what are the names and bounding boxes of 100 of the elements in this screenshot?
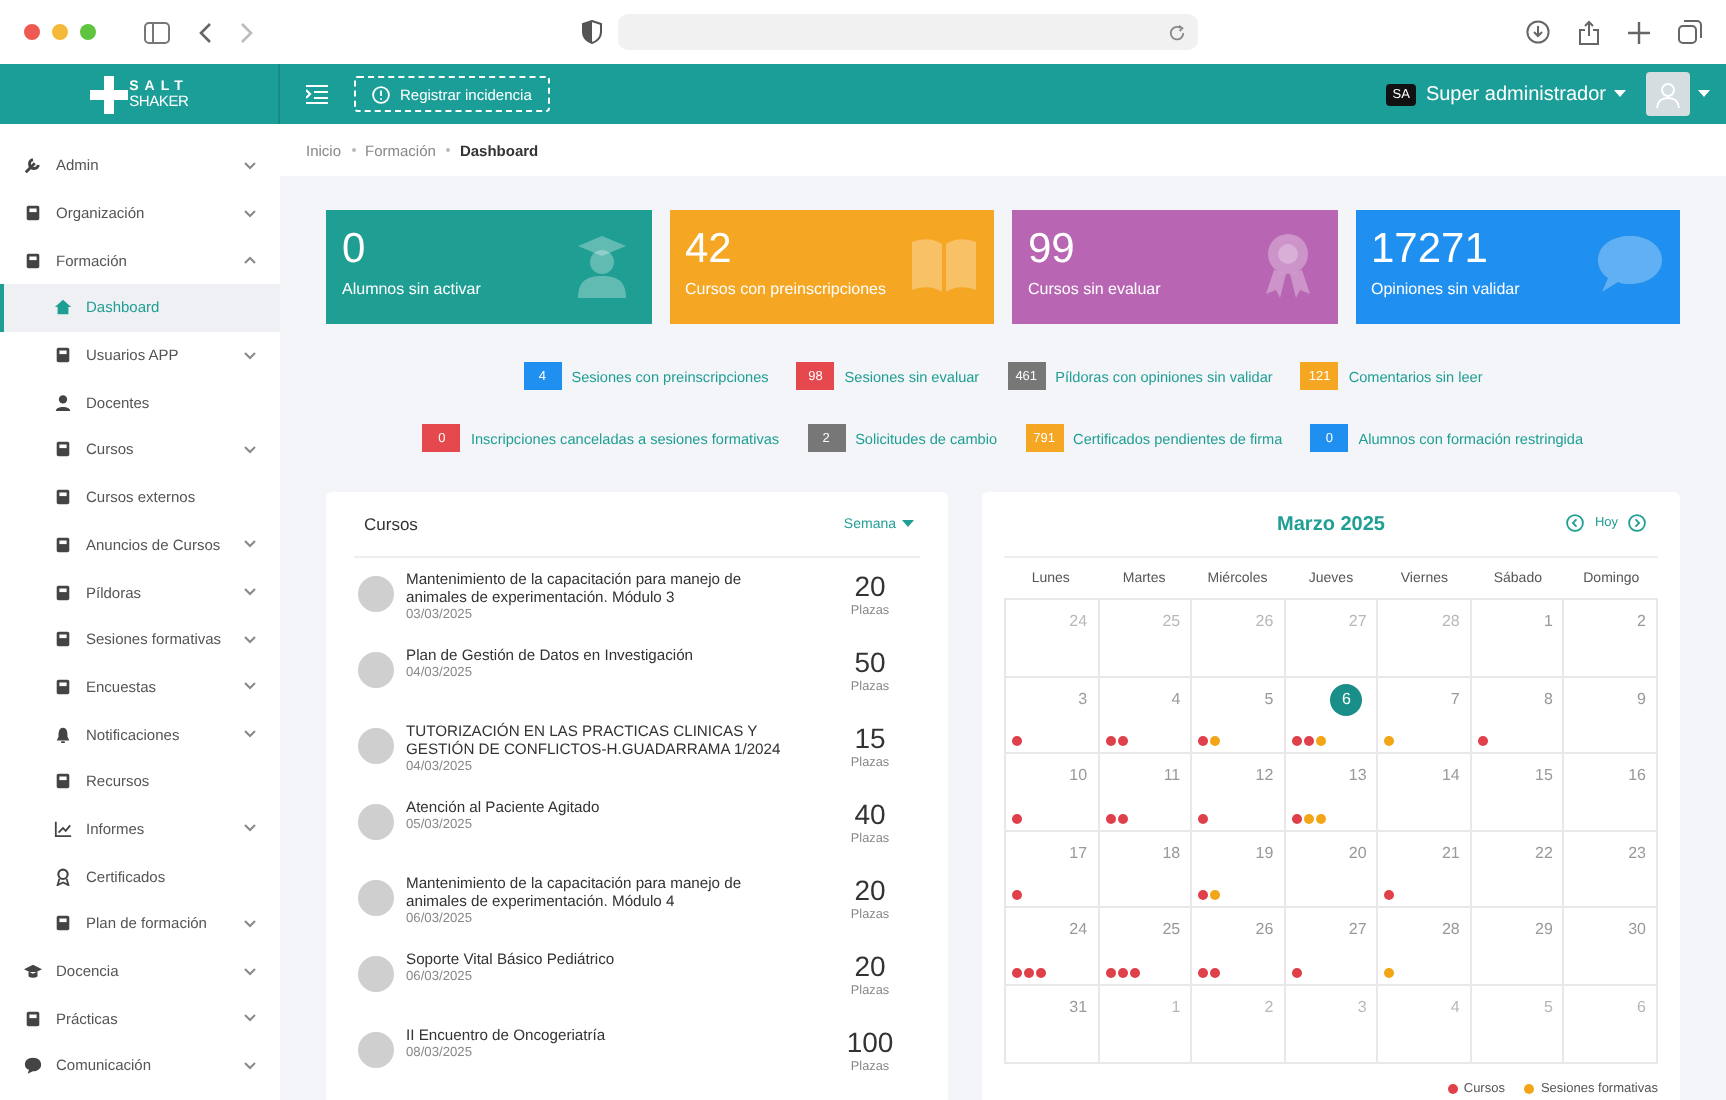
event-dot[interactable]: [1012, 967, 1022, 978]
event-dot[interactable]: [1210, 890, 1221, 901]
calendar-day-cell[interactable]: 2: [1192, 985, 1286, 1064]
calendar-day-cell[interactable]: 20: [1285, 831, 1379, 909]
calendar-day-cell[interactable]: 27: [1285, 600, 1379, 678]
calendar-day-cell[interactable]: 8: [1471, 677, 1565, 755]
event-dot[interactable]: [1384, 967, 1395, 978]
event-dot[interactable]: [1024, 967, 1034, 978]
calendar-day-cell[interactable]: 4: [1378, 985, 1472, 1064]
event-dot[interactable]: [1117, 736, 1128, 747]
calendar-day-cell[interactable]: 3: [1006, 677, 1100, 755]
event-dot[interactable]: [1105, 736, 1116, 747]
calendar-day-cell[interactable]: 16: [1564, 754, 1658, 832]
event-dot[interactable]: [1012, 890, 1022, 901]
event-dot[interactable]: [1291, 967, 1302, 978]
day-number: 15: [1535, 766, 1553, 785]
event-dot[interactable]: [1105, 967, 1116, 978]
calendar-day-cell[interactable]: 9: [1564, 677, 1658, 755]
calendar-day-cell[interactable]: 31: [1006, 985, 1100, 1064]
graduation-cap-icon: [24, 962, 42, 981]
event-dot[interactable]: [1198, 890, 1209, 901]
course-thumbnail: [358, 728, 394, 764]
calendar-day-cell[interactable]: 24: [1006, 600, 1100, 678]
event-dot[interactable]: [1384, 736, 1395, 747]
event-dot[interactable]: [1105, 813, 1116, 824]
calendar-day-cell[interactable]: 14: [1378, 754, 1472, 832]
download-icon[interactable]: [1526, 20, 1550, 44]
calendar-day-cell[interactable]: 13: [1285, 754, 1379, 832]
event-dot[interactable]: [1129, 967, 1140, 978]
calendar-day-cell[interactable]: 23: [1564, 831, 1658, 909]
calendar-day-cell[interactable]: 25: [1099, 908, 1193, 986]
calendar-day-cell[interactable]: 7: [1378, 677, 1472, 755]
calendar-day-cell[interactable]: 3: [1285, 985, 1379, 1064]
caret-icon[interactable]: [1698, 90, 1710, 98]
plus-icon[interactable]: [1628, 21, 1650, 43]
event-dot[interactable]: [1210, 736, 1221, 747]
calendar-day-cell[interactable]: 21: [1378, 831, 1472, 909]
event-dot[interactable]: [1303, 813, 1314, 824]
calendar-day-cell[interactable]: 25: [1099, 600, 1193, 678]
stat-card[interactable]: 17271 Opiniones sin validar: [1355, 210, 1680, 324]
tabs-icon[interactable]: [1678, 20, 1702, 44]
calendar-day-cell[interactable]: 29: [1471, 908, 1565, 986]
calendar-day-cell[interactable]: 19: [1192, 831, 1286, 909]
day-number: 8: [1543, 689, 1553, 708]
calendar-day-cell[interactable]: 15: [1471, 754, 1565, 832]
calendar-day-cell[interactable]: 30: [1564, 908, 1658, 986]
calendar-day-cell[interactable]: 1: [1099, 985, 1193, 1064]
event-dot[interactable]: [1012, 736, 1022, 747]
separator-dot: [351, 148, 356, 152]
event-dot[interactable]: [1315, 813, 1326, 824]
calendar-day-cell[interactable]: 28: [1378, 600, 1472, 678]
calendar-day-cell[interactable]: 6: [1564, 985, 1658, 1064]
calendar-day-cell[interactable]: 22: [1471, 831, 1565, 909]
stat-card[interactable]: 99 Cursos sin evaluar: [1012, 210, 1337, 324]
calendar-day-cell[interactable]: 12: [1192, 754, 1286, 832]
event-dot[interactable]: [1012, 813, 1022, 824]
calendar-day-cell[interactable]: 28: [1378, 908, 1472, 986]
calendar-day-cell[interactable]: 27: [1285, 908, 1379, 986]
event-dot[interactable]: [1117, 813, 1128, 824]
user-menu-button[interactable]: Super administrador: [1425, 83, 1626, 105]
event-dot[interactable]: [1117, 967, 1128, 978]
day-number: 16: [1628, 766, 1646, 785]
event-dot[interactable]: [1198, 813, 1209, 824]
event-dot[interactable]: [1291, 736, 1302, 747]
stat-card[interactable]: 0 Alumnos sin activar: [326, 210, 651, 324]
event-dot[interactable]: [1303, 736, 1314, 747]
calendar-day-cell[interactable]: 5: [1192, 677, 1286, 755]
stat-card[interactable]: 42 Cursos con preinscripciones: [669, 210, 994, 324]
event-dot[interactable]: [1198, 736, 1209, 747]
calendar-day-cell[interactable]: 26: [1192, 600, 1286, 678]
calendar-day-cell[interactable]: 26: [1192, 908, 1286, 986]
event-dot[interactable]: [1198, 967, 1209, 978]
event-dot[interactable]: [1210, 967, 1221, 978]
event-dot[interactable]: [1291, 813, 1302, 824]
event-dot[interactable]: [1477, 736, 1488, 747]
share-icon[interactable]: [1578, 19, 1600, 45]
sidebar-toggle-icon[interactable]: [144, 21, 170, 43]
back-icon[interactable]: [198, 21, 212, 43]
calendar-day-cell[interactable]: 5: [1471, 985, 1565, 1064]
menu-icon[interactable]: [306, 84, 328, 104]
calendar-day-cell[interactable]: 4: [1099, 677, 1193, 755]
shield-icon: [582, 20, 602, 44]
event-dot[interactable]: [1384, 890, 1395, 901]
calendar-day-cell[interactable]: 10: [1006, 754, 1100, 832]
calendar-day-cell[interactable]: 6: [1285, 677, 1379, 755]
reload-icon[interactable]: [1168, 23, 1186, 41]
maximize-window-button[interactable]: [80, 24, 96, 40]
calendar-day-cell[interactable]: 1: [1471, 600, 1565, 678]
calendar-day-cell[interactable]: 11: [1099, 754, 1193, 832]
calendar-day-cell[interactable]: 24: [1006, 908, 1100, 986]
previous-month-icon[interactable]: [1566, 514, 1585, 532]
calendar-day-cell[interactable]: 18: [1099, 831, 1193, 909]
course-thumbnail: [358, 804, 394, 840]
next-month-icon[interactable]: [1628, 514, 1646, 532]
calendar-day-cell[interactable]: 17: [1006, 831, 1100, 909]
day-number: 27: [1348, 612, 1367, 630]
event-dot[interactable]: [1315, 736, 1326, 747]
calendar-day-cell[interactable]: 2: [1564, 600, 1658, 678]
close-window-button[interactable]: [24, 24, 40, 40]
event-dot[interactable]: [1036, 967, 1046, 978]
